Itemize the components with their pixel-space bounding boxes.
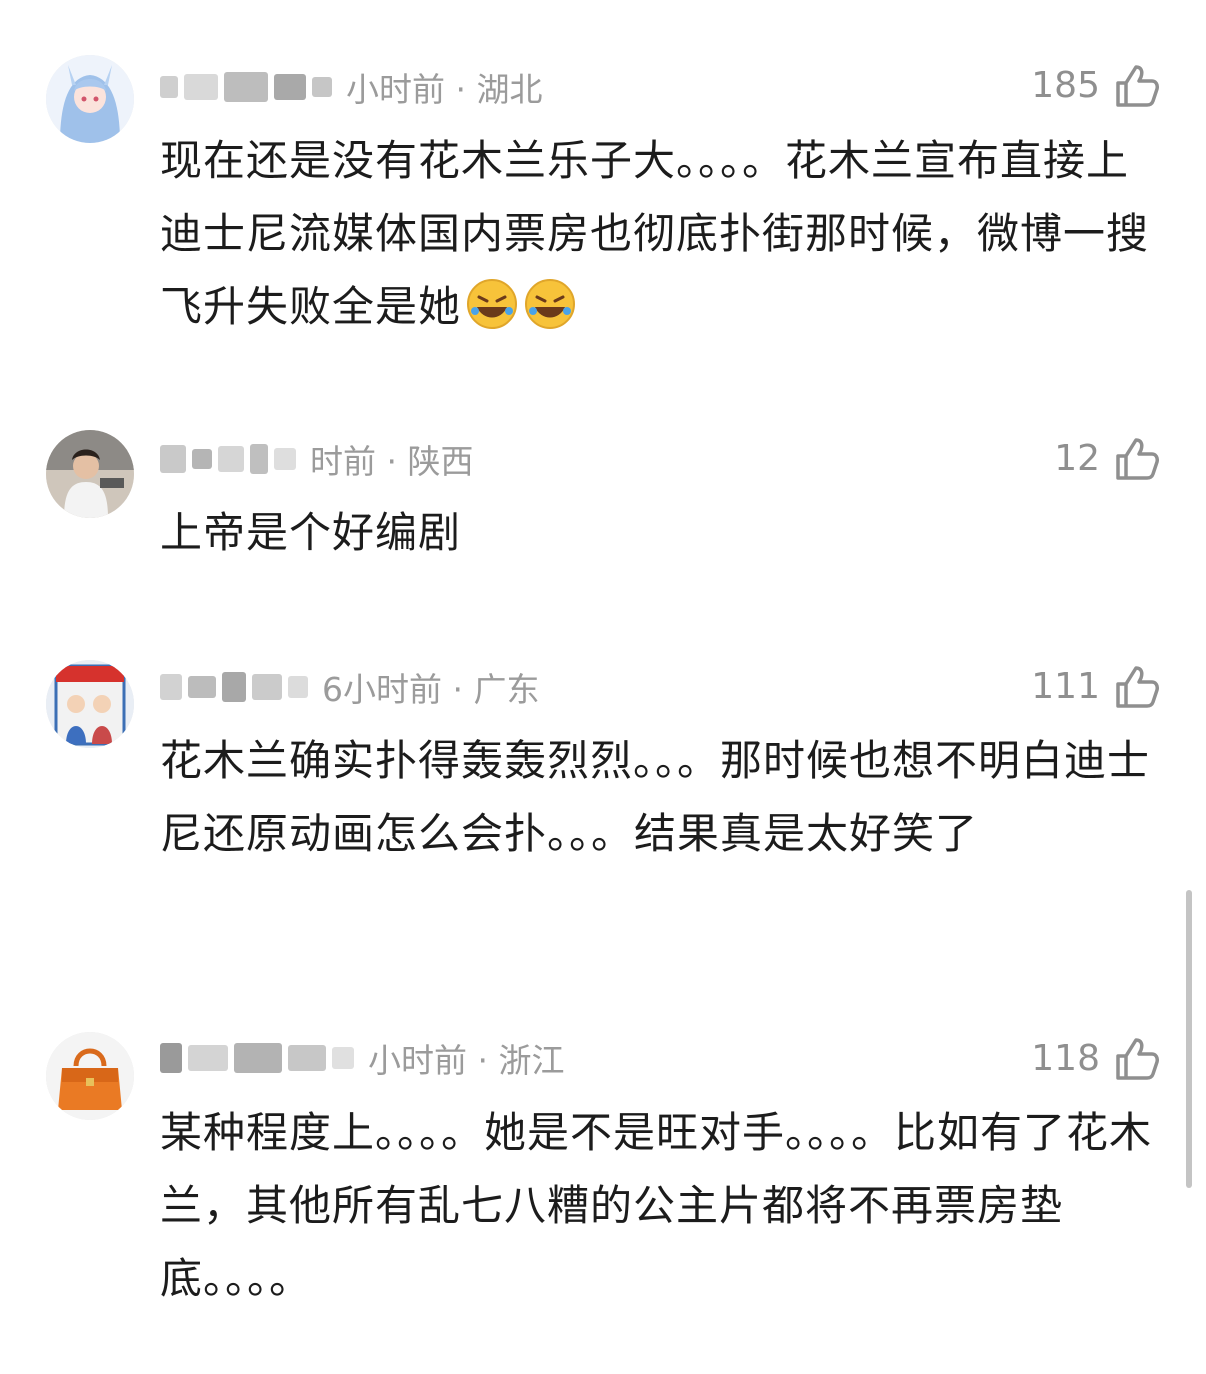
thumbs-up-icon (1116, 666, 1159, 708)
comment-meta: 6小时前 · 广东 (160, 662, 539, 712)
comment-text: 花木兰确实扑得轰轰烈烈。。。那时候也想不明白迪士尼还原动画怎么会扑。。。结果真是… (160, 736, 1151, 858)
thumbs-up-icon (1116, 1038, 1159, 1080)
username-blurred[interactable] (160, 444, 296, 474)
comment-meta: 小时前 · 浙江 (160, 1033, 564, 1083)
thumbs-up-icon (1116, 438, 1159, 480)
comment-text: 上帝是个好编剧 (160, 508, 462, 557)
time-location: 时前 · 陕西 (310, 442, 474, 481)
rofl-emoji (467, 279, 518, 329)
time-location: 小时前 · 浙江 (368, 1041, 565, 1080)
comment-meta: 小时前 · 湖北 (160, 62, 542, 112)
rofl-emoji (525, 279, 576, 329)
comment-text: 现在还是没有花木兰乐子大。。。。花木兰宣布直接上迪士尼流媒体国内票房也彻底扑街那… (160, 136, 1150, 331)
like-button[interactable]: 12 (1054, 433, 1160, 483)
like-count: 12 (1054, 437, 1100, 479)
like-button[interactable]: 118 (1031, 1033, 1160, 1083)
scrollbar[interactable] (1186, 890, 1192, 1188)
comment-meta: 时前 · 陕西 (160, 434, 473, 484)
avatar[interactable] (46, 430, 134, 518)
like-button[interactable]: 111 (1031, 661, 1160, 711)
avatar[interactable] (46, 1032, 134, 1120)
avatar[interactable] (46, 660, 134, 748)
time-location: 6小时前 · 广东 (322, 670, 540, 709)
like-count: 185 (1031, 64, 1100, 106)
thumbs-up-icon (1116, 65, 1159, 107)
like-button[interactable]: 185 (1031, 60, 1160, 110)
username-blurred[interactable] (160, 1043, 354, 1073)
comment-text: 某种程度上。。。。她是不是旺对手。。。。比如有了花木兰，其他所有乱七八糟的公主片… (160, 1108, 1153, 1303)
avatar[interactable] (46, 55, 134, 143)
username-blurred[interactable] (160, 672, 308, 702)
like-count: 118 (1031, 1037, 1100, 1079)
username-blurred[interactable] (160, 72, 332, 102)
like-count: 111 (1031, 665, 1100, 707)
time-location: 小时前 · 湖北 (346, 70, 543, 109)
